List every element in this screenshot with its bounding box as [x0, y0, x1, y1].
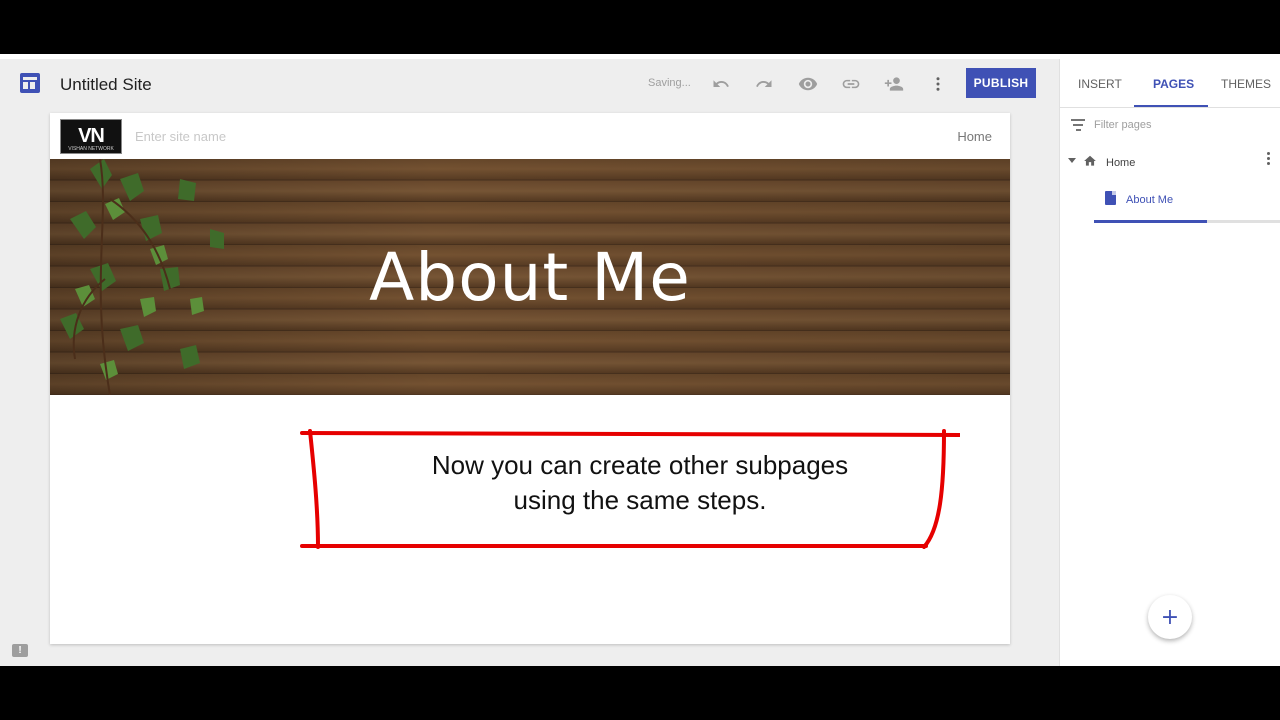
- editor-toolbar: Untitled Site Saving... PUBLISH: [0, 59, 1058, 109]
- callout-line-1: Now you can create other subpages: [431, 450, 849, 480]
- sites-logo-icon[interactable]: [20, 73, 40, 93]
- page-item-about-me[interactable]: About Me: [1060, 187, 1280, 217]
- tab-themes[interactable]: THEMES: [1221, 77, 1271, 91]
- undo-icon[interactable]: [708, 71, 734, 97]
- more-icon[interactable]: [925, 71, 951, 97]
- page-label-home: Home: [1106, 157, 1136, 169]
- side-panel: INSERT PAGES THEMES Filter pages Home Ab…: [1059, 59, 1280, 666]
- site-title[interactable]: Untitled Site: [60, 75, 152, 95]
- feedback-icon[interactable]: !: [12, 644, 28, 657]
- logo-text: VN: [78, 125, 105, 147]
- page-label-about-me: About Me: [1126, 194, 1174, 206]
- redo-icon[interactable]: [751, 71, 777, 97]
- home-icon: [1084, 155, 1096, 166]
- tabs-divider: [1060, 107, 1280, 108]
- share-icon[interactable]: [881, 71, 907, 97]
- tab-insert[interactable]: INSERT: [1078, 77, 1122, 91]
- callout-line-2: using the same steps.: [513, 485, 767, 515]
- page-more-icon[interactable]: [1267, 152, 1271, 167]
- selected-page-indicator: [1094, 220, 1207, 223]
- filter-pages-input[interactable]: Filter pages: [1094, 119, 1151, 131]
- page-item-home[interactable]: Home: [1060, 148, 1280, 178]
- hero-title[interactable]: About Me: [50, 239, 1010, 316]
- filter-icon[interactable]: [1070, 119, 1086, 133]
- saving-status: Saving...: [648, 77, 691, 89]
- tab-pages[interactable]: PAGES: [1153, 77, 1194, 91]
- site-logo[interactable]: VN VISHAN NETWORK: [60, 119, 122, 154]
- link-icon[interactable]: [838, 71, 864, 97]
- site-name-input[interactable]: Enter site name: [135, 129, 226, 144]
- logo-subtext: VISHAN NETWORK: [68, 146, 114, 152]
- preview-icon[interactable]: [795, 71, 821, 97]
- site-header: VN VISHAN NETWORK Enter site name Home: [50, 113, 1010, 159]
- publish-button[interactable]: PUBLISH: [966, 68, 1036, 98]
- callout-text: Now you can create other subpages using …: [300, 448, 980, 518]
- expand-arrow-icon[interactable]: [1068, 158, 1076, 163]
- add-page-button[interactable]: +: [1148, 595, 1192, 639]
- page-icon: [1105, 191, 1116, 205]
- hero-banner[interactable]: About Me: [50, 159, 1010, 395]
- indicator-track: [1207, 220, 1280, 223]
- page-canvas: VN VISHAN NETWORK Enter site name Home A…: [50, 113, 1010, 644]
- nav-link-home[interactable]: Home: [957, 129, 992, 144]
- app-window: Untitled Site Saving... PUBLISH VN VISHA…: [0, 54, 1280, 666]
